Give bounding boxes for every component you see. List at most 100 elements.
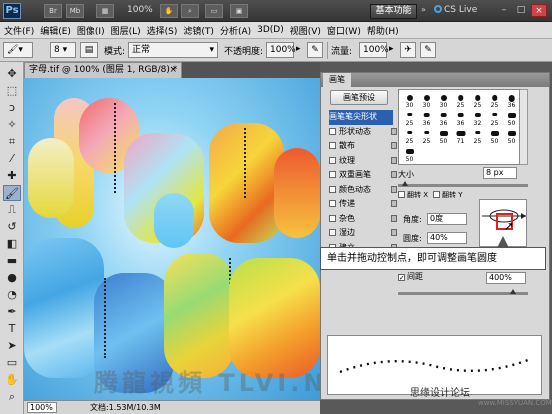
view-extras-icon[interactable]: ▦ (96, 4, 114, 18)
zoom-tool-icon[interactable]: ⌕ (181, 4, 199, 18)
checkbox[interactable] (329, 156, 336, 164)
lasso-tool-icon[interactable]: ↄ (3, 100, 21, 116)
brush-tip-10[interactable]: 36 (452, 110, 469, 127)
spacing-input[interactable]: 400% (486, 272, 526, 284)
brush-tip-11[interactable]: 32 (469, 110, 486, 127)
lock-icon[interactable] (391, 156, 397, 164)
spacing-slider-thumb[interactable] (510, 289, 516, 294)
lock-icon[interactable] (391, 200, 397, 207)
pressure-size-icon[interactable]: ✎ (420, 42, 436, 58)
lock-icon[interactable] (391, 171, 397, 178)
size-slider[interactable] (398, 181, 528, 187)
angle-input[interactable]: 0度 (427, 213, 467, 225)
mode-select[interactable]: 正常 ▾ (128, 42, 218, 58)
healing-brush-tool-icon[interactable]: ✚ (3, 168, 21, 184)
brush-tip-16[interactable]: 50 (435, 128, 452, 145)
option-noise[interactable]: 杂色 (329, 212, 397, 227)
workspace-switcher-button[interactable]: 基本功能 (370, 4, 417, 19)
menu-edit[interactable]: 编辑(E) (40, 24, 71, 37)
brush-preset-picker[interactable]: 8 ▾ (50, 42, 76, 58)
menu-filter[interactable]: 滤镜(T) (183, 24, 214, 37)
brush-presets-button[interactable]: 画笔预设 (330, 90, 388, 105)
blur-tool-icon[interactable]: ● (3, 270, 21, 286)
zoom-level[interactable]: 100% (127, 5, 153, 15)
brush-tip-18[interactable]: 25 (469, 128, 486, 145)
menu-image[interactable]: 图像(I) (77, 24, 105, 37)
crop-tool-icon[interactable]: ⌗ (3, 134, 21, 150)
lock-icon[interactable] (391, 185, 397, 193)
hand-tool-icon-panel[interactable]: ✋ (3, 372, 21, 388)
roundness-input[interactable]: 40% (427, 232, 467, 244)
brush-tip-15[interactable]: 25 (418, 128, 435, 145)
checkbox[interactable] (329, 200, 336, 207)
spacing-slider[interactable] (398, 289, 528, 295)
menu-file[interactable]: 文件(F) (4, 24, 34, 37)
more-workspaces-icon[interactable]: » (421, 5, 426, 14)
flip-x-option[interactable]: 翻转 X (398, 190, 428, 200)
brush-tip-2[interactable]: 30 (435, 92, 452, 109)
brush-tip-1[interactable]: 30 (418, 92, 435, 109)
brush-tip-14[interactable]: 25 (401, 128, 418, 145)
pen-tool-icon[interactable]: ✒ (3, 304, 21, 320)
flow-input[interactable]: 100% (359, 42, 389, 58)
brush-tip-0[interactable]: 30 (401, 92, 418, 109)
brush-tip-6[interactable]: 36 (503, 92, 520, 109)
opacity-input[interactable]: 100% (266, 42, 296, 58)
lock-icon[interactable] (391, 127, 397, 135)
status-zoom-field[interactable]: 100% (27, 402, 57, 413)
path-selection-tool-icon[interactable]: ➤ (3, 338, 21, 354)
arrange-documents-icon[interactable]: ▭ (205, 4, 223, 18)
brush-tip-5[interactable]: 25 (486, 92, 503, 109)
flip-y-option[interactable]: 翻转 Y (433, 190, 463, 200)
bridge-icon[interactable]: Br (44, 4, 62, 18)
option-texture[interactable]: 纹理 (329, 154, 397, 169)
menu-view[interactable]: 视图(V) (290, 24, 321, 37)
lock-icon[interactable] (391, 229, 397, 236)
brush-tip-4[interactable]: 25 (469, 92, 486, 109)
checkbox[interactable] (329, 127, 336, 135)
document-tab[interactable]: 字母.tif @ 100% (图层 1, RGB/8) * × (24, 62, 182, 78)
marquee-tool-icon[interactable]: ⬚ (3, 83, 21, 99)
pressure-opacity-icon[interactable]: ✎ (307, 42, 323, 58)
close-button[interactable]: × (531, 4, 547, 17)
menu-window[interactable]: 窗口(W) (327, 24, 361, 37)
option-transfer[interactable]: 传递 (329, 197, 397, 212)
tip-grid-scrollbar[interactable] (520, 89, 528, 165)
checkbox[interactable] (329, 185, 336, 193)
menu-help[interactable]: 帮助(H) (367, 24, 399, 37)
brush-panel-tab[interactable]: 画笔 (323, 73, 351, 87)
minimize-button[interactable]: – (496, 4, 512, 17)
brush-tip-21[interactable]: 50 (401, 146, 418, 163)
brush-tip-3[interactable]: 25 (452, 92, 469, 109)
maximize-button[interactable]: □ (513, 4, 529, 17)
tool-preset-picker[interactable]: 🖌▾ (3, 42, 33, 58)
brush-tip-19[interactable]: 50 (486, 128, 503, 145)
size-input[interactable]: 8 px (483, 167, 517, 179)
gradient-tool-icon[interactable]: ▬ (3, 253, 21, 269)
flip-x-checkbox[interactable] (398, 191, 405, 198)
toggle-brush-panel-icon[interactable]: ▤ (80, 42, 98, 58)
checkbox[interactable] (329, 142, 336, 149)
menu-select[interactable]: 选择(S) (147, 24, 178, 37)
eraser-tool-icon[interactable]: ◧ (3, 236, 21, 252)
brush-tip-20[interactable]: 50 (503, 128, 520, 145)
lock-icon[interactable] (391, 142, 397, 149)
document-canvas[interactable]: 腾龍視頻 TLVI.NET (24, 78, 320, 400)
move-tool-icon[interactable]: ✥ (3, 66, 21, 82)
brush-tip-9[interactable]: 36 (435, 110, 452, 127)
option-color-dynamics[interactable]: 颜色动态 (329, 183, 397, 198)
brush-tip-7[interactable]: 25 (401, 110, 418, 127)
quick-selection-tool-icon[interactable]: ✧ (3, 117, 21, 133)
cs-live-button[interactable]: CS Live (434, 5, 477, 15)
menu-layer[interactable]: 图层(L) (111, 24, 141, 37)
brush-tip-grid[interactable]: 30 30 30 25 25 25 36 25 36 36 36 32 25 50 25 25 50 71 25 50… (398, 89, 520, 165)
hand-tool-icon[interactable]: ✋ (160, 4, 178, 18)
option-wet-edges[interactable]: 湿边 (329, 226, 397, 241)
type-tool-icon[interactable]: T (3, 321, 21, 337)
zoom-tool-icon-panel[interactable]: ⌕ (3, 389, 21, 405)
menu-3d[interactable]: 3D(D) (257, 25, 284, 35)
checkbox[interactable] (329, 229, 336, 236)
brush-tool-icon[interactable]: 🖌 (3, 185, 21, 201)
brush-tip-8[interactable]: 36 (418, 110, 435, 127)
flow-dropdown-icon[interactable]: ▸ (389, 44, 394, 54)
